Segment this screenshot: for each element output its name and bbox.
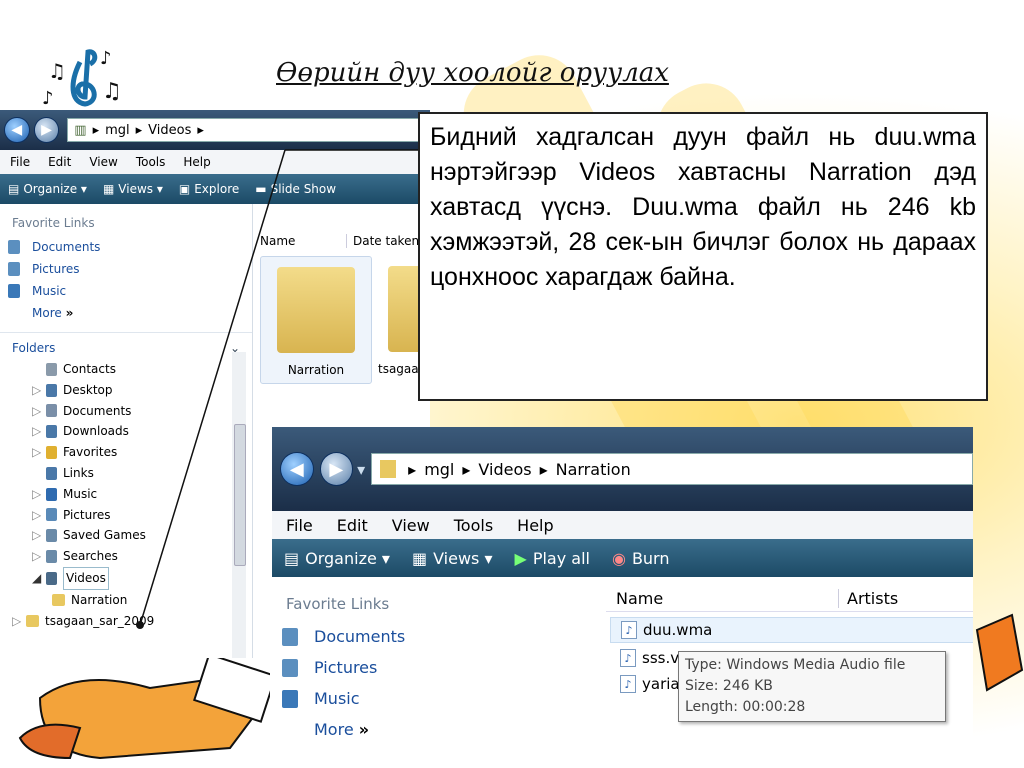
tooltip-length: Length: 00:00:28 [685,699,806,715]
play-icon: ▶ [514,548,527,568]
file-info-tooltip: Type: Windows Media Audio file Size: 246… [678,651,946,722]
tooltip-type: Type: Windows Media Audio file [685,657,906,673]
address-bar: ◀ ▶ ▾ ▸ mgl ▸ Videos ▸ Narration [272,427,973,511]
back-button[interactable]: ◀ [280,452,314,486]
music-icon [282,689,298,708]
column-artists[interactable]: Artists [839,589,973,608]
menu-edit[interactable]: Edit [337,516,368,535]
organize-icon: ▤ [284,548,300,568]
menu-tools[interactable]: Tools [454,516,493,535]
menu-view[interactable]: View [392,516,430,535]
menu-help[interactable]: Help [517,516,553,535]
play-all-button[interactable]: ▶ Play all [515,549,590,568]
more-links-button[interactable]: More » [272,708,602,739]
file-row-duu[interactable]: ♪ duu.wma [610,617,973,643]
burn-button[interactable]: ◉ Burn [612,549,670,568]
callout-text: Бидний хадгалсан дуун файл нь duu.wma нэ… [430,123,976,291]
views-icon: ▦ [411,548,428,568]
favorite-link-documents[interactable]: Documents [272,613,602,646]
decoration-clipart-icon [975,613,1024,692]
pictures-icon [282,658,298,677]
favorite-links-header: Favorite Links [286,595,390,613]
column-name[interactable]: Name [606,588,839,608]
views-button[interactable]: ▦ Views ▾ [412,549,493,568]
breadcrumb-item-videos[interactable]: Videos [478,460,531,479]
explorer-window-narration: ◀ ▶ ▾ ▸ mgl ▸ Videos ▸ Narration File Edit … [272,427,973,751]
burn-icon: ◉ [611,548,626,568]
navigation-pane: Favorite Links Documents Pictures Music … [272,577,602,751]
callout-text-box: Бидний хадгалсан дуун файл нь duu.wma нэ… [418,112,988,401]
audio-file-icon: ♪ [620,649,636,667]
organize-button[interactable]: ▤ Organize ▾ [284,549,390,568]
documents-icon [282,627,298,646]
breadcrumb[interactable]: ▸ mgl ▸ Videos ▸ Narration [371,453,973,485]
file-row-yaria[interactable]: ♪ yaria [610,672,680,696]
tooltip-size: Size: 246 KB [685,678,773,694]
file-row-sss[interactable]: ♪ sss.v [610,646,679,670]
breadcrumb-item-narration[interactable]: Narration [556,460,631,479]
favorite-link-music[interactable]: Music [272,677,602,708]
menu-file[interactable]: File [286,516,313,535]
favorite-link-pictures[interactable]: Pictures [272,646,602,677]
audio-file-icon: ♪ [620,675,636,693]
chevron-down-icon: ▾ [357,459,366,479]
column-headers: Name Artists [606,585,973,612]
menu-bar: File Edit View Tools Help [272,511,973,539]
child-clipart-icon [18,658,270,760]
audio-file-icon: ♪ [621,621,637,639]
toolbar: ▤ Organize ▾ ▦ Views ▾ ▶ Play all ◉ Burn [272,539,973,577]
folder-icon [380,460,397,478]
breadcrumb-item-mgl[interactable]: mgl [424,460,454,479]
forward-button[interactable]: ▶ [319,452,354,486]
